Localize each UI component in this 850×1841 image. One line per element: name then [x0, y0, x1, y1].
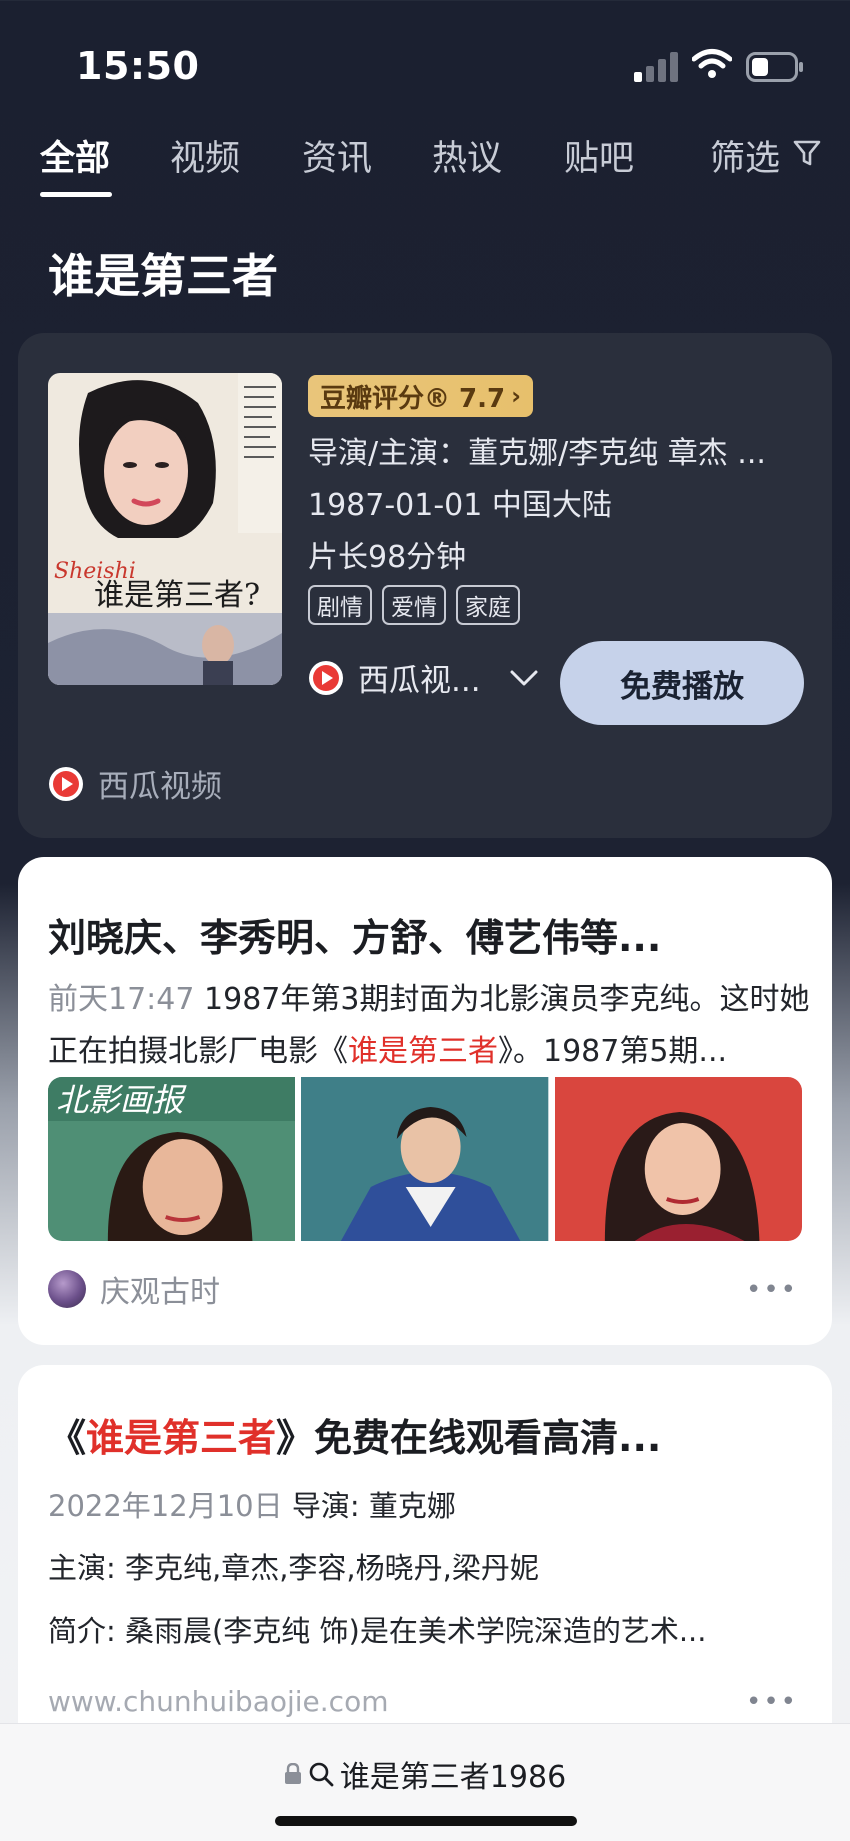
- active-tab-indicator: [40, 192, 112, 197]
- snippet-highlight: 谁是第三者: [348, 1034, 498, 1069]
- source-name: 西瓜视...: [358, 663, 481, 699]
- cellular-signal-icon: [634, 52, 678, 82]
- article-date: 2022年12月10日: [48, 1489, 283, 1523]
- wifi-icon: [692, 49, 732, 78]
- tab-filter[interactable]: 筛选: [710, 130, 780, 181]
- article-image[interactable]: 北影画报: [48, 1077, 296, 1241]
- article-title[interactable]: 《谁是第三者》免费在线观看高清...: [48, 1407, 661, 1462]
- svg-text:北影画报: 北影画报: [56, 1081, 188, 1119]
- movie-cast: 导演/主演：董克娜/李克纯 章杰 ...: [308, 436, 766, 471]
- article-card[interactable]: 刘晓庆、李秀明、方舒、傅艺伟等... 前天17:47 1987年第3期封面为北影…: [18, 857, 832, 1345]
- genre-tags: 剧情 爱情 家庭: [308, 585, 520, 625]
- article-director: 导演: 董克娜: [291, 1489, 456, 1523]
- article-snippet: 前天17:47 1987年第3期封面为北影演员李克纯。这时她正在拍摄北影厂电影《…: [48, 974, 818, 1078]
- title-highlight: 谁是第三者: [86, 1416, 277, 1460]
- address-query: 谁是第三者1986: [339, 1760, 567, 1795]
- genre-tag: 剧情: [308, 585, 372, 625]
- tab-video[interactable]: 视频: [170, 130, 240, 181]
- clock: 15:50: [76, 44, 200, 88]
- chevron-down-icon: [510, 670, 538, 685]
- title-rest: 》免费在线观看高清...: [276, 1416, 662, 1460]
- provider-name: 西瓜视频: [98, 769, 222, 805]
- article-time: 前天17:47: [48, 982, 195, 1017]
- address-bar[interactable]: 谁是第三者1986: [0, 1723, 850, 1841]
- battery-icon: [746, 52, 803, 82]
- genre-tag: 爱情: [382, 585, 446, 625]
- article-title[interactable]: 刘晓庆、李秀明、方舒、傅艺伟等...: [48, 907, 661, 962]
- avatar: [48, 1270, 86, 1308]
- douban-rating-label: 豆瓣评分® 7.7: [320, 383, 506, 414]
- article-images[interactable]: 北影画报: [48, 1077, 802, 1241]
- movie-duration: 片长98分钟: [308, 540, 467, 575]
- movie-card[interactable]: Sheishi 谁是第三者? 豆瓣评分® 7.7 › 导演/主演：董克娜/李克纯…: [18, 333, 832, 838]
- home-indicator: [275, 1816, 577, 1826]
- article-image[interactable]: [301, 1077, 549, 1241]
- movie-poster[interactable]: Sheishi 谁是第三者?: [48, 373, 282, 685]
- provider-row[interactable]: 西瓜视频: [48, 761, 222, 806]
- poster-title: 谁是第三者?: [94, 578, 260, 613]
- free-play-button[interactable]: 免费播放: [560, 641, 804, 725]
- title-bracket: 《: [48, 1416, 87, 1460]
- article-author[interactable]: 庆观古时: [48, 1267, 220, 1311]
- movie-release: 1987-01-01 中国大陆: [308, 488, 612, 523]
- tab-news[interactable]: 资讯: [302, 130, 372, 181]
- chevron-right-icon: ›: [511, 382, 522, 410]
- xigua-logo-icon: [309, 660, 343, 695]
- filter-icon[interactable]: [792, 138, 822, 168]
- source-selector[interactable]: 西瓜视...: [308, 655, 539, 700]
- address-field[interactable]: 谁是第三者1986: [0, 1752, 850, 1796]
- tab-all[interactable]: 全部: [40, 130, 110, 181]
- article-cast: 主演: 李克纯,章杰,李容,杨晓丹,梁丹妮: [48, 1551, 539, 1585]
- lock-icon: [284, 1763, 301, 1784]
- article-meta: 2022年12月10日 导演: 董克娜: [48, 1483, 456, 1525]
- author-name: 庆观古时: [100, 1275, 220, 1310]
- xigua-logo-icon: [49, 766, 83, 801]
- article-summary: 简介: 桑雨晨(李克纯 饰)是在美术学院深造的艺术...: [48, 1614, 707, 1648]
- article-image[interactable]: [554, 1077, 802, 1241]
- tab-tieba[interactable]: 贴吧: [564, 130, 634, 181]
- more-icon[interactable]: •••: [746, 1275, 798, 1305]
- douban-rating-badge[interactable]: 豆瓣评分® 7.7 ›: [308, 375, 534, 417]
- genre-tag: 家庭: [456, 585, 520, 625]
- status-bar: 15:50: [0, 0, 850, 120]
- more-icon[interactable]: •••: [746, 1687, 798, 1717]
- tab-discussion[interactable]: 热议: [432, 130, 502, 181]
- search-tabs: 全部 视频 资讯 热议 贴吧 筛选: [0, 120, 850, 200]
- site-link[interactable]: www.chunhuibaojie.com: [48, 1685, 388, 1718]
- result-title: 谁是第三者: [48, 249, 278, 303]
- search-icon: [309, 1762, 334, 1787]
- snippet-text: 》。1987第5期...: [498, 1034, 728, 1069]
